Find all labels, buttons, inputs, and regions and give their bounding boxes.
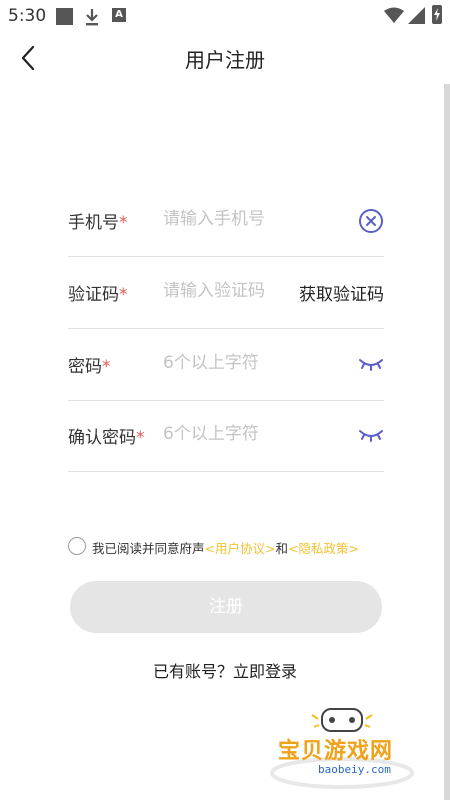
password-label: 密码* [68,357,111,377]
code-label: 验证码* [68,285,128,305]
confirm-password-label: 确认密码* [68,428,145,448]
password-row: 密码* [68,328,384,401]
required-mark: * [136,428,145,448]
page-title: 用户注册 [185,48,265,72]
eye-closed-icon[interactable] [358,427,384,447]
phone-input[interactable] [163,204,343,234]
agreement-prefix: 我已阅读并同意府声 [92,541,205,556]
agreement-checkbox[interactable] [68,537,86,555]
register-button[interactable]: 注册 [70,581,382,633]
code-row: 验证码* 获取验证码 [68,256,384,329]
required-mark: * [119,285,128,305]
watermark-brand: 宝贝游戏网 [278,739,394,764]
phone-row: 手机号* [68,184,384,257]
agreement-text: 我已阅读并同意府声<用户协议>和<隐私政策> [92,538,359,557]
wifi-icon [384,7,404,27]
battery-charging-icon [432,5,442,24]
download-icon [84,8,100,30]
privacy-policy-link[interactable]: <隐私政策> [288,541,359,556]
signal-icon [408,7,425,28]
clear-circle-x-icon[interactable] [358,208,384,238]
password-input[interactable] [163,348,343,378]
required-mark: * [119,213,128,233]
get-code-button[interactable]: 获取验证码 [299,280,384,305]
eye-closed-icon[interactable] [358,356,384,376]
login-link[interactable]: 已有账号？立即登录 [0,658,450,682]
square-notification-icon [56,8,73,25]
a-icon: A [112,8,126,22]
watermark-url: baobeiy.com [318,763,391,776]
status-time: 5:30 [8,6,47,26]
required-mark: * [102,357,111,377]
code-input[interactable] [163,276,293,306]
confirm-password-input[interactable] [163,419,343,449]
phone-label: 手机号* [68,213,128,233]
status-bar: 5:30 A [0,0,450,32]
agreement-and: 和 [275,541,288,556]
confirm-password-row: 确认密码* [68,399,384,472]
scrollbar[interactable] [444,84,450,800]
user-agreement-link[interactable]: <用户协议> [205,541,276,556]
